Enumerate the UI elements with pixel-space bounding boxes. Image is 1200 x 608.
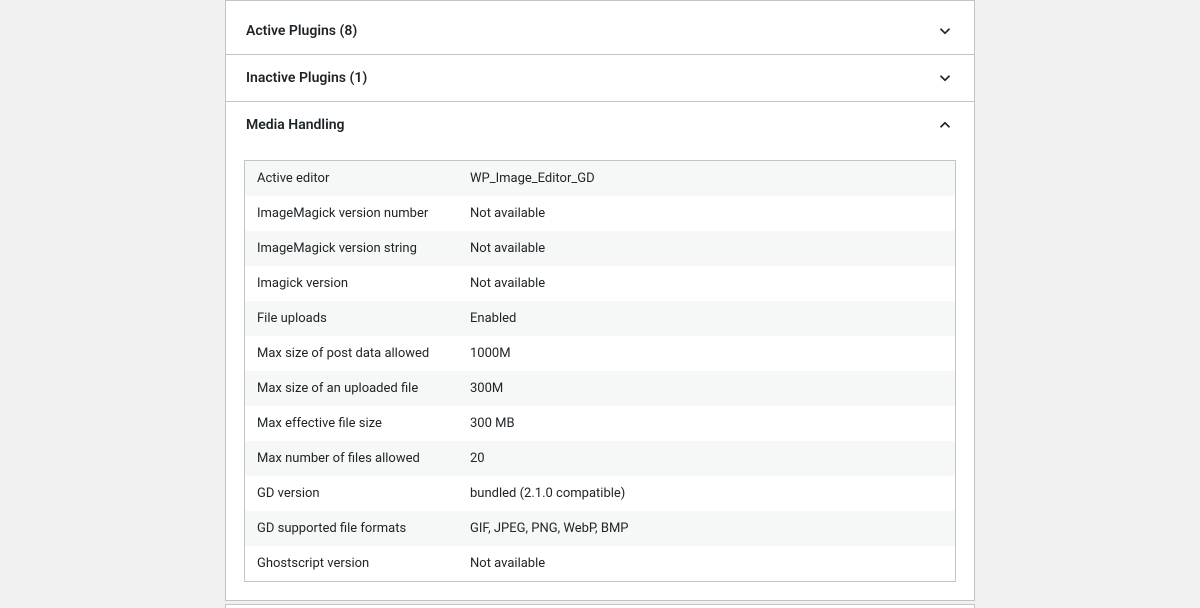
site-health-panel: Active Plugins (8) Inactive Plugins (1) … <box>225 0 975 601</box>
accordion-title: Media Handling <box>246 117 345 133</box>
row-label: Max size of post data allowed <box>245 336 458 371</box>
row-value: Enabled <box>458 301 955 336</box>
table-row: File uploads Enabled <box>245 301 955 336</box>
table-row: ImageMagick version number Not available <box>245 196 955 231</box>
media-handling-table: Active editor WP_Image_Editor_GD ImageMa… <box>244 160 956 582</box>
row-value: 1000M <box>458 336 955 371</box>
row-label: GD supported file formats <box>245 511 458 546</box>
table-row: GD version bundled (2.1.0 compatible) <box>245 476 955 511</box>
row-label: GD version <box>245 476 458 511</box>
row-value: 300 MB <box>458 406 955 441</box>
accordion-header-inactive-plugins[interactable]: Inactive Plugins (1) <box>226 55 974 101</box>
chevron-up-icon <box>936 116 954 134</box>
section-inactive-plugins: Inactive Plugins (1) <box>226 55 974 102</box>
accordion-title: Inactive Plugins (1) <box>246 70 367 86</box>
row-value: Not available <box>458 266 955 301</box>
next-panel-edge <box>225 604 975 608</box>
row-value: Not available <box>458 196 955 231</box>
row-value: Not available <box>458 231 955 266</box>
row-label: ImageMagick version number <box>245 196 458 231</box>
table-row: GD supported file formats GIF, JPEG, PNG… <box>245 511 955 546</box>
table-row: Ghostscript version Not available <box>245 546 955 581</box>
row-label: Max size of an uploaded file <box>245 371 458 406</box>
table-row: Imagick version Not available <box>245 266 955 301</box>
table-row: Max number of files allowed 20 <box>245 441 955 476</box>
accordion-body-media-handling: Active editor WP_Image_Editor_GD ImageMa… <box>226 148 974 600</box>
row-label: Imagick version <box>245 266 458 301</box>
row-value: GIF, JPEG, PNG, WebP, BMP <box>458 511 955 546</box>
table-row: Active editor WP_Image_Editor_GD <box>245 161 955 196</box>
row-label: Max effective file size <box>245 406 458 441</box>
row-label: Ghostscript version <box>245 546 458 581</box>
row-label: ImageMagick version string <box>245 231 458 266</box>
chevron-down-icon <box>936 22 954 40</box>
row-value: 20 <box>458 441 955 476</box>
accordion-title: Active Plugins (8) <box>246 23 357 39</box>
panel-top-edge <box>226 0 974 8</box>
section-media-handling: Media Handling Active editor WP_Image_Ed… <box>226 102 974 601</box>
row-value: WP_Image_Editor_GD <box>458 161 955 196</box>
chevron-down-icon <box>936 69 954 87</box>
row-value: 300M <box>458 371 955 406</box>
accordion-header-media-handling[interactable]: Media Handling <box>226 102 974 148</box>
table-row: Max size of an uploaded file 300M <box>245 371 955 406</box>
row-value: bundled (2.1.0 compatible) <box>458 476 955 511</box>
table-row: ImageMagick version string Not available <box>245 231 955 266</box>
row-label: Active editor <box>245 161 458 196</box>
panel-top-edge <box>226 604 974 608</box>
table-row: Max effective file size 300 MB <box>245 406 955 441</box>
row-label: Max number of files allowed <box>245 441 458 476</box>
accordion-header-active-plugins[interactable]: Active Plugins (8) <box>226 8 974 54</box>
row-label: File uploads <box>245 301 458 336</box>
table-row: Max size of post data allowed 1000M <box>245 336 955 371</box>
row-value: Not available <box>458 546 955 581</box>
section-active-plugins: Active Plugins (8) <box>226 8 974 55</box>
